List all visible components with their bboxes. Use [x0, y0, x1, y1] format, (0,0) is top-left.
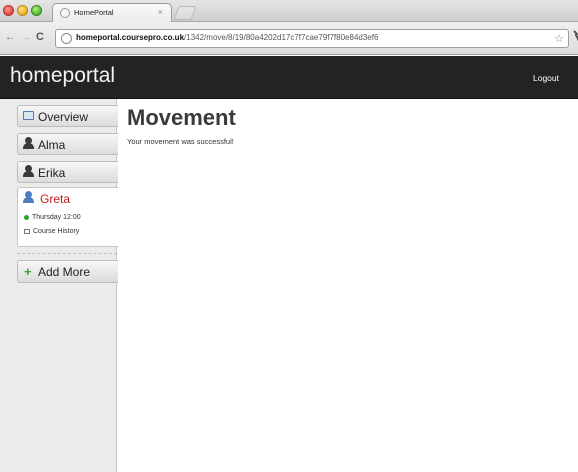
wrench-icon[interactable]: [572, 30, 578, 42]
new-tab-button[interactable]: [173, 6, 197, 20]
forward-arrow-icon[interactable]: →: [21, 32, 31, 43]
browser-titlebar: HomePortal ×: [0, 0, 578, 22]
site-header: homeportal Logout: [0, 56, 578, 99]
browser-tab[interactable]: HomePortal ×: [52, 3, 172, 22]
sidebar-item-label: Overview: [38, 110, 89, 124]
minimize-window-button[interactable]: [17, 5, 28, 16]
success-message: Your movement was successful!: [127, 137, 234, 146]
close-window-button[interactable]: [3, 5, 14, 16]
sidebar-item-erika[interactable]: Erika: [17, 161, 118, 183]
class-time-label: Thursday 12:00: [32, 214, 81, 221]
url-host: homeportal.coursepro.co.uk: [76, 33, 185, 42]
overview-icon: [23, 111, 34, 120]
add-more-label: Add More: [38, 265, 91, 279]
address-url: homeportal.coursepro.co.uk/1342/move/8/1…: [76, 33, 378, 42]
green-dot-icon: [24, 214, 29, 220]
person-icon: [22, 165, 35, 178]
plus-icon: +: [24, 264, 32, 279]
back-arrow-icon[interactable]: ←: [5, 32, 15, 43]
class-time-link[interactable]: Thursday 12:00: [24, 214, 81, 221]
person-icon: [22, 191, 35, 204]
reload-icon[interactable]: C: [36, 31, 44, 43]
history-icon: [24, 228, 30, 234]
globe-icon: [60, 8, 70, 18]
sidebar-divider: [17, 253, 117, 254]
url-path: /1342/move/8/19/80a4202d17c7f7cae79f7f80…: [184, 33, 379, 42]
bookmark-star-icon[interactable]: ☆: [554, 32, 564, 45]
address-bar[interactable]: homeportal.coursepro.co.uk/1342/move/8/1…: [55, 29, 569, 48]
sidebar-item-overview[interactable]: Overview: [17, 105, 118, 127]
sidebar-item-label: Erika: [38, 166, 66, 180]
tab-title: HomePortal: [74, 8, 114, 17]
page-info-icon: [61, 33, 72, 44]
course-history-label: Course History: [33, 228, 80, 235]
sidebar-item-label: Alma: [38, 138, 66, 152]
sidebar-item-alma[interactable]: Alma: [17, 133, 118, 155]
sidebar-item-greta[interactable]: Greta Thursday 12:00 Course History: [17, 187, 118, 247]
tab-close-icon[interactable]: ×: [158, 7, 163, 17]
sidebar: Overview Alma Erika: [0, 99, 118, 472]
selected-member-name[interactable]: Greta: [40, 192, 70, 206]
course-history-link[interactable]: Course History: [24, 228, 79, 235]
site-logo[interactable]: homeportal: [10, 64, 115, 88]
page-title: Movement: [127, 105, 236, 130]
browser-toolbar: ← → C homeportal.coursepro.co.uk/1342/mo…: [0, 22, 578, 55]
add-more-button[interactable]: + Add More: [17, 260, 118, 283]
zoom-window-button[interactable]: [31, 5, 42, 16]
person-icon: [22, 137, 35, 150]
logout-link[interactable]: Logout: [533, 73, 559, 83]
